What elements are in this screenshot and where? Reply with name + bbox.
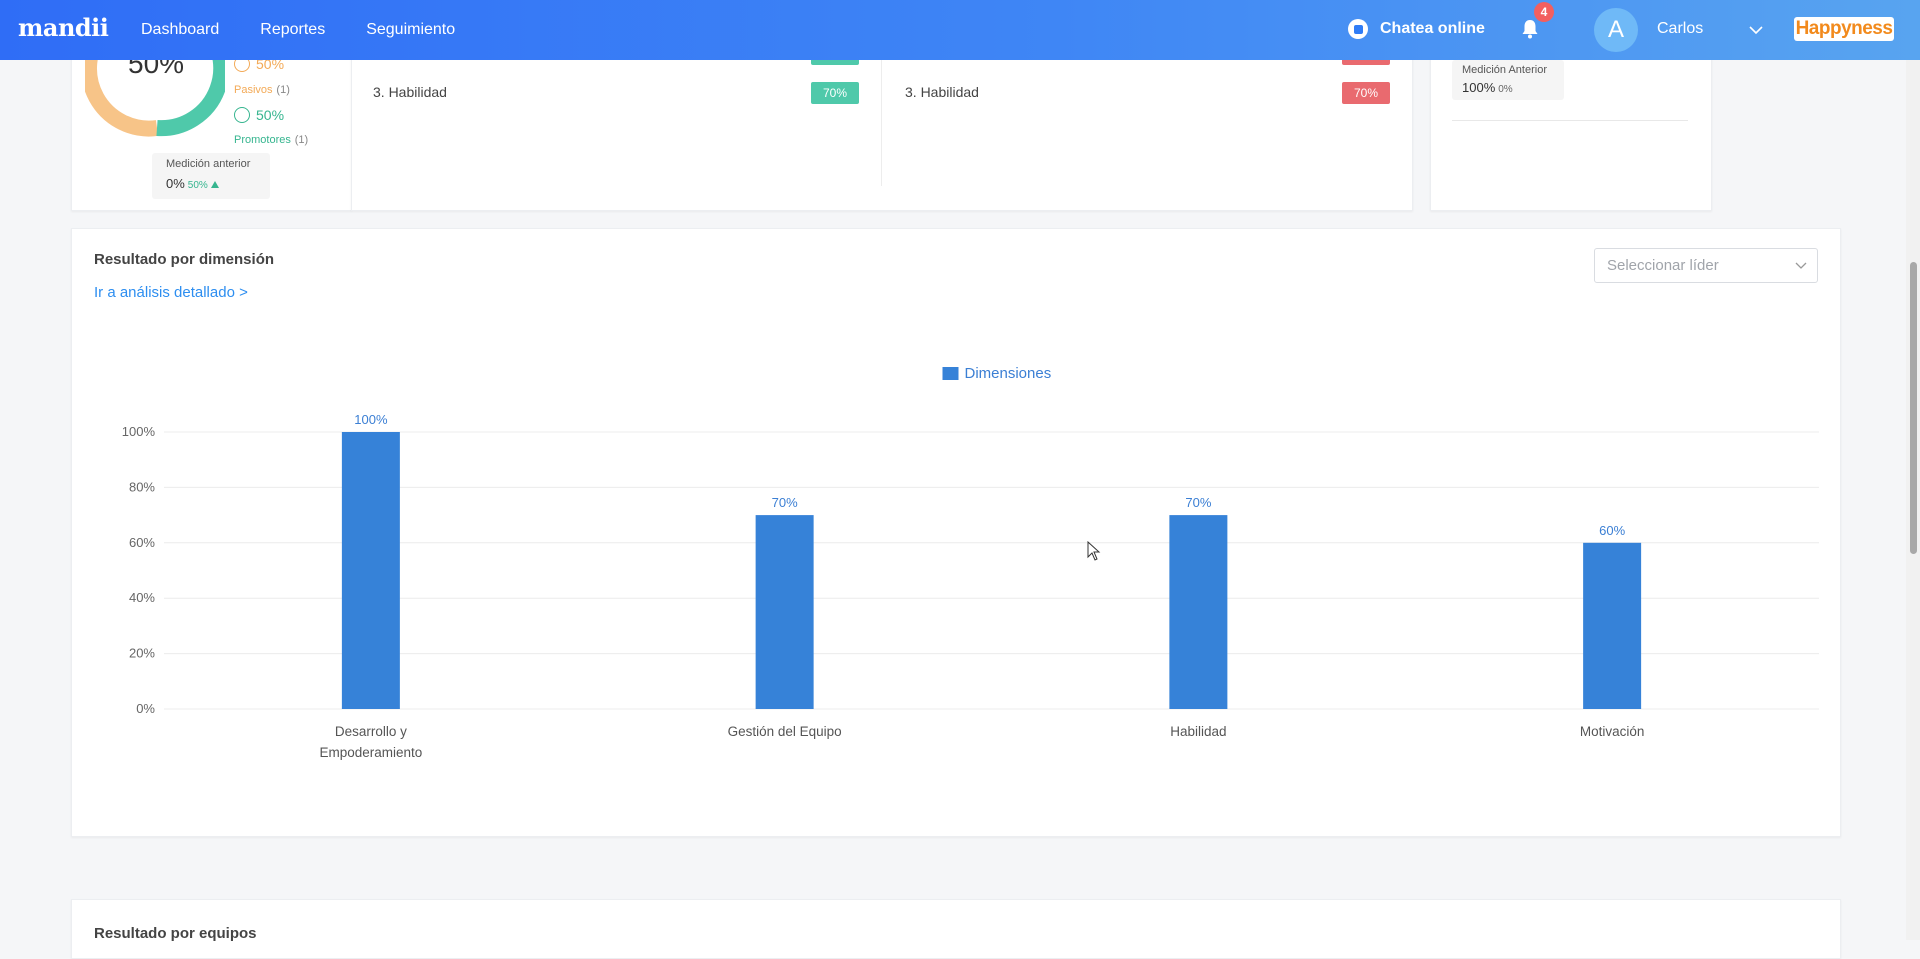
passives-label: Pasivos [234,84,273,96]
weakness-item-label: 3. Habilidad [905,84,979,100]
y-tick-label: 0% [136,701,155,716]
side-previous-measurement: Medición Anterior 100% 0% [1452,60,1564,100]
scrollbar-thumb[interactable] [1910,262,1917,554]
previous-measurement: Medición anterior 0% 50% [152,153,270,199]
legend-label: Dimensiones [965,365,1052,382]
passives-count: (1) [276,84,290,96]
detailed-analysis-link[interactable]: Ir a análisis detallado > [94,284,248,301]
chat-icon [1348,19,1368,39]
bar-data-label: 70% [772,495,798,510]
weakness-item-value: 70% [1342,82,1390,104]
avatar[interactable]: A [1594,8,1638,52]
dimension-title: Resultado por dimensión [94,251,275,268]
x-tick-label: Empoderamiento [319,745,422,760]
leader-select-placeholder: Seleccionar líder [1607,257,1719,274]
legend-swatch [942,367,959,380]
side-previous-value-row: 100% 0% [1462,80,1554,95]
side-card-divider [1452,120,1688,121]
chevron-down-icon[interactable] [1746,20,1766,40]
column-divider [881,60,882,186]
chevron-down-icon [1795,262,1807,269]
dimension-bar-chart: 0% 20% 40% 60% 80% 100% 100% Desarrollo y Empode… [122,365,1819,760]
y-tick-label: 100% [122,424,156,439]
nav-reportes[interactable]: Reportes [260,21,325,39]
chat-label: Chatea online [1380,20,1485,37]
y-tick-label: 20% [129,646,155,661]
side-previous-label: Medición Anterior [1462,64,1547,76]
bar-data-label: 100% [354,412,388,427]
nav-seguimiento[interactable]: Seguimiento [366,21,455,39]
bar [755,515,814,709]
promoters-label-row: Promotores (1) [234,130,308,146]
x-tick-label: Gestión del Equipo [728,724,842,739]
x-tick-label: Desarrollo y [335,724,407,739]
y-tick-label: 80% [129,479,155,494]
y-tick-label: 60% [129,535,155,550]
y-tick-label: 40% [129,590,155,605]
bar [1169,515,1228,709]
bar [1583,542,1642,709]
x-tick-label: Habilidad [1170,724,1226,739]
passives-label-row: Pasivos (1) [234,80,290,96]
bell-icon[interactable] [1520,18,1540,40]
promoters-pct: 50% [256,107,285,123]
x-tick-label: Motivación [1580,724,1645,739]
bar-data-label: 70% [1185,495,1211,510]
app-logo[interactable]: mandii [18,13,109,42]
bar [341,432,400,709]
previous-value-row: 0% 50% [166,176,256,191]
happy-face-icon [234,107,250,123]
chat-online-button[interactable]: Chatea online [1348,19,1485,39]
previous-delta: 50% [187,180,208,191]
teams-title: Resultado por equipos [94,925,257,942]
previous-value: 0% [166,176,185,191]
side-previous-delta: 0% [1498,84,1513,95]
arrow-up-icon [211,181,220,188]
strength-item-label: 3. Habilidad [373,84,447,100]
promoters-label: Promotores [234,134,291,146]
side-previous-value: 100% [1462,80,1496,95]
leader-select[interactable]: Seleccionar líder [1594,248,1818,283]
strength-item-value: 70% [811,82,859,104]
user-name[interactable]: Carlos [1657,20,1703,38]
previous-label: Medición anterior [166,158,251,170]
main-nav: Dashboard Reportes Seguimiento [141,0,496,60]
promoters-legend: 50% [234,107,284,123]
notification-badge: 4 [1534,2,1554,22]
bar-data-label: 60% [1599,523,1625,538]
top-navbar: mandii Dashboard Reportes Seguimiento Ch… [0,0,1920,60]
happyness-logo[interactable]: Happyness [1794,17,1894,41]
ranking-card [351,40,1413,211]
mouse-cursor-icon [1087,541,1101,561]
teams-card [71,899,1841,959]
nav-dashboard[interactable]: Dashboard [141,21,219,39]
promoters-count: (1) [294,134,309,146]
